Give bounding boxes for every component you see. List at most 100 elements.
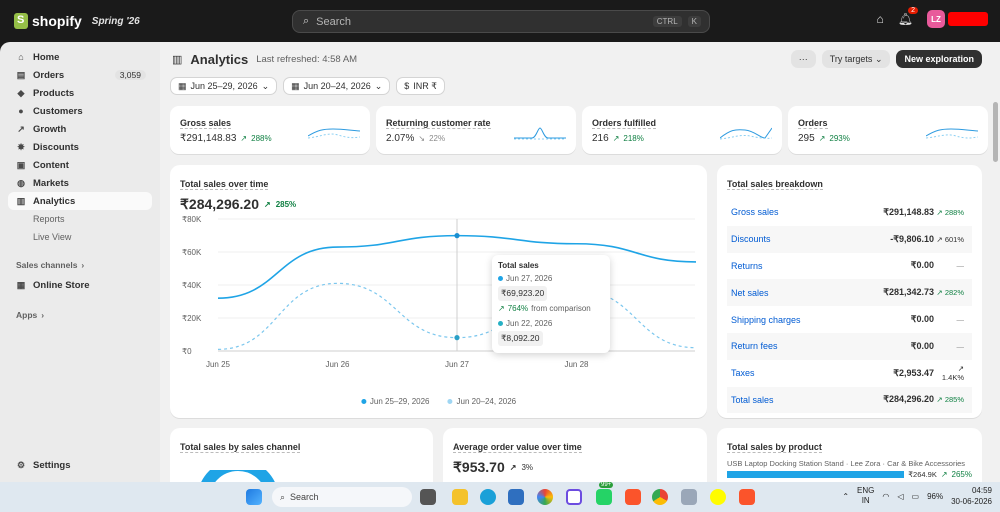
breakdown-row[interactable]: Return fees ₹0.00 — <box>727 332 972 360</box>
sidebar-item-online-store[interactable]: ▦ Online Store <box>8 276 152 294</box>
x-tick-label: Jun 26 <box>325 360 350 369</box>
sales-channels-header[interactable]: Sales channels › <box>16 258 160 272</box>
card-title: Total sales breakdown <box>727 179 823 190</box>
edge-icon[interactable] <box>480 489 496 505</box>
search-shortcut: CTRL K <box>652 16 701 27</box>
breakdown-change: ↗ 1.4K% <box>934 364 964 382</box>
battery-icon[interactable]: ▭ <box>912 492 920 501</box>
store-app-icon[interactable] <box>508 489 524 505</box>
sidebar-item-content[interactable]: ▣ Content <box>8 156 152 174</box>
kpi-title: Returning customer rate <box>386 118 491 129</box>
trend-up-icon: ↗ <box>612 134 620 143</box>
breakdown-table: Gross sales ₹291,148.83 ↗ 288% Discounts -₹9… <box>727 199 972 414</box>
date-range-picker[interactable]: ▦ Jun 25–29, 2026 ⌄ <box>170 77 278 95</box>
product-change: 265% <box>951 470 972 479</box>
photos-icon[interactable] <box>537 489 553 505</box>
sidebar-item-analytics[interactable]: ▥ Analytics <box>8 192 152 210</box>
kpi-value: 295 <box>798 133 815 144</box>
comparison-date-picker[interactable]: ▦ Jun 20–24, 2026 ⌄ <box>283 77 391 95</box>
clickup-icon[interactable] <box>566 489 582 505</box>
breakdown-label[interactable]: Net sales <box>731 288 769 298</box>
sidebar-subitem-reports[interactable]: Reports <box>33 210 160 228</box>
home-icon: ⌂ <box>18 52 24 62</box>
windows-start-icon[interactable] <box>246 489 262 505</box>
breakdown-label[interactable]: Discounts <box>731 234 771 244</box>
sidebar-item-customers[interactable]: ● Customers <box>8 102 152 120</box>
breakdown-label[interactable]: Gross sales <box>731 207 779 217</box>
tooltip-date: Jun 22, 2026 <box>506 319 553 328</box>
top-bar: shopify Spring '26 ⌕ Search CTRL K ⌂ 🔔︎2… <box>0 0 1000 42</box>
snapchat-icon[interactable] <box>710 489 726 505</box>
account-menu[interactable]: LZ <box>927 10 988 28</box>
product-bar[interactable] <box>727 471 905 478</box>
try-targets-button[interactable]: Try targets ⌄ <box>821 50 891 68</box>
whatsapp-icon[interactable]: 99+ <box>596 482 614 505</box>
clock[interactable]: 04:59 30-06-2026 <box>951 485 992 507</box>
volume-icon[interactable]: ◁ <box>897 492 903 501</box>
notification-badge: 2 <box>908 7 918 14</box>
breakdown-row[interactable]: Discounts -₹9,806.10 ↗ 601% <box>727 225 972 253</box>
more-actions-button[interactable]: ··· <box>790 50 816 68</box>
main-content: ▥ Analytics Last refreshed: 4:58 AM ··· … <box>160 42 1000 482</box>
breakdown-row[interactable]: Taxes ₹2,953.47 ↗ 1.4K% <box>727 360 972 387</box>
file-explorer-icon[interactable] <box>452 489 468 505</box>
kpi-row: Gross sales ₹291,148.83 ↗ 288% Returning c… <box>170 106 988 154</box>
breakdown-label[interactable]: Return fees <box>731 341 778 351</box>
data-point[interactable] <box>454 335 460 341</box>
sidebar-item-growth[interactable]: ↗ Growth <box>8 120 152 138</box>
legend-item[interactable]: Jun 20–24, 2026 <box>447 397 517 406</box>
sidebar-item-settings[interactable]: ⚙ Settings <box>8 456 152 474</box>
sidebar-item-discounts[interactable]: ✸ Discounts <box>8 138 152 156</box>
sidebar-item-orders[interactable]: ▤ Orders 3,059 <box>8 66 152 84</box>
legend-label: Jun 20–24, 2026 <box>456 397 517 406</box>
windows-taskbar: ⌕ Search 99+ ⌃ ENG IN ◠ ◁ ▭ 96% 04:59 30-06… <box>0 482 1000 512</box>
kpi-card[interactable]: Returning customer rate 2.07% ↘ 22% <box>376 106 576 154</box>
image-viewer-icon[interactable] <box>681 489 697 505</box>
language-indicator[interactable]: ENG IN <box>857 486 874 506</box>
task-view-icon[interactable] <box>420 489 436 505</box>
breakdown-label[interactable]: Total sales <box>731 395 774 405</box>
breakdown-row[interactable]: Net sales ₹281,342.73 ↗ 282% <box>727 279 972 307</box>
header-actions: ··· Try targets ⌄ New exploration <box>790 50 982 68</box>
chrome-icon[interactable] <box>652 489 668 505</box>
currency-picker[interactable]: $ INR ₹ <box>396 77 445 95</box>
tooltip-change-text: from comparison <box>531 304 591 313</box>
breakdown-change-value: 601% <box>944 234 964 244</box>
kpi-card[interactable]: Gross sales ₹291,148.83 ↗ 288% <box>170 106 370 154</box>
legend-item[interactable]: Jun 25–29, 2026 <box>360 397 430 406</box>
breakdown-label[interactable]: Shipping charges <box>731 315 801 325</box>
analytics-icon: ▥ <box>172 54 183 66</box>
brave-icon[interactable] <box>625 489 641 505</box>
trend-up-icon: ↗ <box>940 470 948 479</box>
apps-header[interactable]: Apps › <box>16 308 160 322</box>
sidebar-item-home[interactable]: ⌂ Home <box>8 48 152 66</box>
sidebar-item-products[interactable]: ◆ Products <box>8 84 152 102</box>
kpi-card[interactable]: Orders fulfilled 216 ↗ 218% <box>582 106 782 154</box>
sidebar-item-markets[interactable]: ◍ Markets <box>8 174 152 192</box>
search-icon: ⌕ <box>303 15 310 27</box>
new-exploration-button[interactable]: New exploration <box>896 50 982 68</box>
bell-icon[interactable]: 🔔︎ 2 <box>898 7 918 26</box>
breakdown-label[interactable]: Returns <box>731 261 763 271</box>
store-icon[interactable]: ⌂ <box>877 12 884 26</box>
shopify-logo[interactable]: shopify Spring '26 <box>14 13 140 29</box>
x-tick-label: Jun 25 <box>206 360 231 369</box>
data-point[interactable] <box>454 233 460 239</box>
sales-line-chart[interactable]: ₹80K ₹60K ₹40K ₹20K ₹0 Jun 25 Jun 26 Jun 27 Jun … <box>170 211 707 401</box>
taskbar-search[interactable]: ⌕ Search <box>272 487 412 507</box>
scrollbar[interactable] <box>993 102 998 162</box>
breakdown-row[interactable]: Gross sales ₹291,148.83 ↗ 288% <box>727 199 972 226</box>
chevron-up-icon[interactable]: ⌃ <box>842 492 849 501</box>
kpi-card[interactable]: Orders 295 ↗ 293% <box>788 106 988 154</box>
breakdown-change: ↗ 282% <box>934 288 964 297</box>
breakdown-label[interactable]: Taxes <box>731 368 755 378</box>
wifi-icon[interactable]: ◠ <box>882 492 889 501</box>
breakdown-row[interactable]: Returns ₹0.00 — <box>727 253 972 280</box>
sidebar-item-label: Settings <box>33 459 71 471</box>
brave-beta-icon[interactable] <box>739 489 755 505</box>
search-bar[interactable]: ⌕ Search CTRL K <box>292 10 710 33</box>
chart-icon: ▥ <box>16 195 26 206</box>
breakdown-row[interactable]: Shipping charges ₹0.00 — <box>727 306 972 333</box>
breakdown-row[interactable]: Total sales ₹284,296.20 ↗ 285% <box>727 386 972 414</box>
sidebar-subitem-live-view[interactable]: Live View <box>33 228 160 246</box>
